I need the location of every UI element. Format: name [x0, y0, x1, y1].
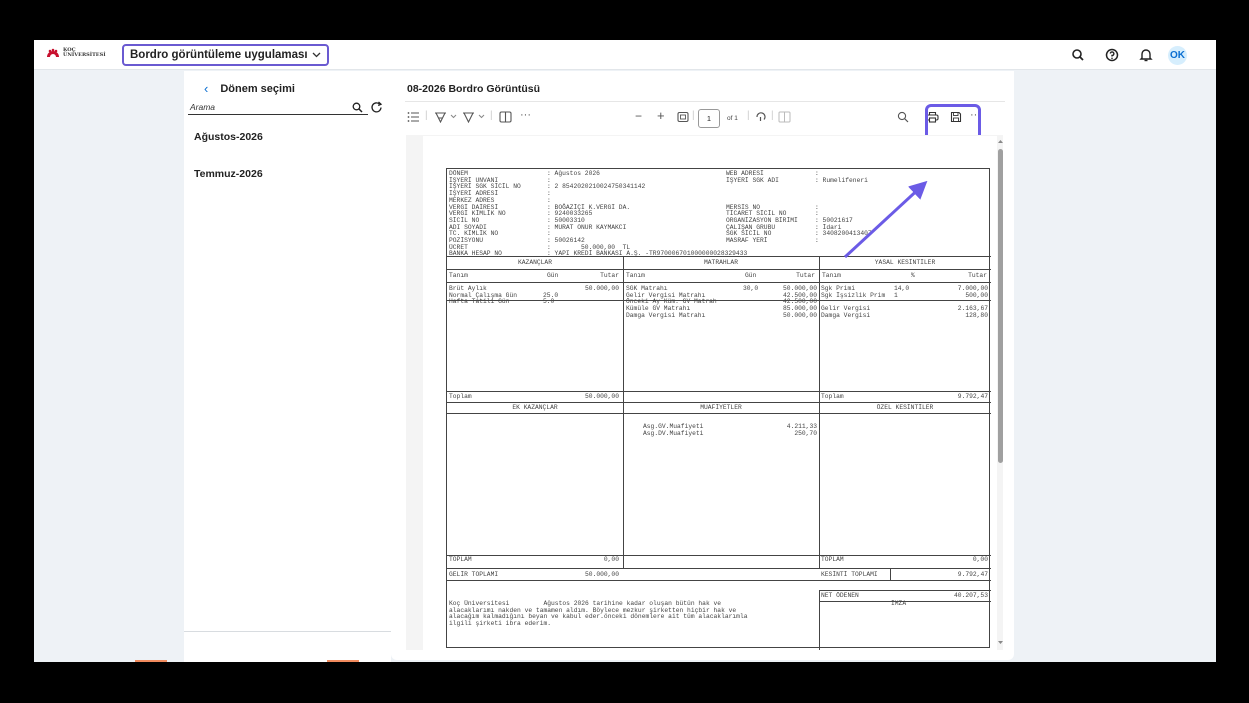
pane-title: Dönem seçimi: [220, 82, 295, 95]
highlight-icon[interactable]: [434, 111, 447, 123]
zoom-in-icon[interactable]: +: [657, 108, 665, 123]
toolbar-divider: |: [771, 110, 774, 121]
toolbar-divider: |: [747, 110, 750, 121]
bell-icon[interactable]: [1138, 47, 1154, 63]
pdf-toolbar: | | ··· − + | 1 of 1 | | ···: [405, 101, 1005, 134]
chevron-left-icon: ‹: [204, 81, 209, 96]
search-icon[interactable]: [1070, 47, 1086, 63]
back-nav[interactable]: ‹ Dönem seçimi: [204, 81, 295, 96]
user-avatar[interactable]: OK: [1168, 46, 1187, 65]
chevron-down-icon[interactable]: [450, 114, 457, 119]
logo-line2: ÜNİVERSİTESİ: [63, 52, 106, 58]
logo-text: KOÇ ÜNİVERSİTESİ: [63, 48, 106, 58]
more-options-icon[interactable]: ···: [520, 109, 531, 121]
search-icon[interactable]: [352, 102, 363, 113]
arrow-annotation: [843, 180, 928, 259]
toolbar-divider: |: [425, 110, 428, 121]
toolbar-divider: |: [490, 110, 493, 121]
draw-icon[interactable]: [462, 111, 475, 123]
two-page-icon[interactable]: [778, 111, 791, 123]
outline-icon[interactable]: [407, 111, 420, 123]
fit-page-icon[interactable]: [677, 111, 689, 123]
zoom-out-icon[interactable]: −: [635, 109, 642, 123]
app-selector-dropdown[interactable]: Bordro görüntüleme uygulaması: [122, 44, 329, 66]
list-item-july-2026[interactable]: Temmuz-2026: [194, 168, 263, 180]
divider: [184, 631, 391, 632]
page-view-icon[interactable]: [499, 111, 512, 123]
refresh-icon[interactable]: [370, 101, 384, 114]
payslip-viewer-pane: 08-2026 Bordro Görüntüsü | | ··· − + | 1…: [391, 71, 1014, 660]
search-input[interactable]: Arama: [188, 101, 368, 115]
chevron-down-icon[interactable]: [478, 114, 485, 119]
decorative-bar: [135, 660, 167, 662]
vertical-scrollbar[interactable]: [996, 135, 1005, 650]
help-icon[interactable]: [1104, 47, 1120, 63]
logo-mark-icon: [47, 48, 59, 57]
app-window: KOÇ ÜNİVERSİTESİ Bordro görüntüleme uygu…: [34, 40, 1216, 662]
page-count: of 1: [727, 115, 738, 122]
scroll-down-icon[interactable]: [996, 638, 1005, 648]
app-selector-label: Bordro görüntüleme uygulaması: [130, 49, 308, 61]
scrollbar-thumb[interactable]: [998, 149, 1003, 463]
period-selection-pane: ‹ Dönem seçimi Arama Ağustos-2026 Temmuz…: [184, 71, 391, 662]
scroll-up-icon[interactable]: [996, 137, 1005, 147]
page-number-input[interactable]: 1: [698, 109, 720, 128]
shell-bar: KOÇ ÜNİVERSİTESİ Bordro görüntüleme uygu…: [34, 40, 1216, 70]
toolbar-divider: |: [692, 110, 695, 121]
decorative-bar: [327, 660, 359, 662]
koc-university-logo[interactable]: KOÇ ÜNİVERSİTESİ: [46, 48, 106, 58]
page-title: 08-2026 Bordro Görüntüsü: [407, 83, 541, 95]
chevron-down-icon: [312, 52, 321, 58]
search-icon[interactable]: [897, 111, 909, 123]
list-item-august-2026[interactable]: Ağustos-2026: [194, 131, 263, 143]
rotate-icon[interactable]: [754, 110, 767, 123]
pdf-viewer[interactable]: DÖNEM İŞYERİ UNVANI İŞYERİ SGK SİCİL NO İŞY…: [406, 135, 1003, 650]
